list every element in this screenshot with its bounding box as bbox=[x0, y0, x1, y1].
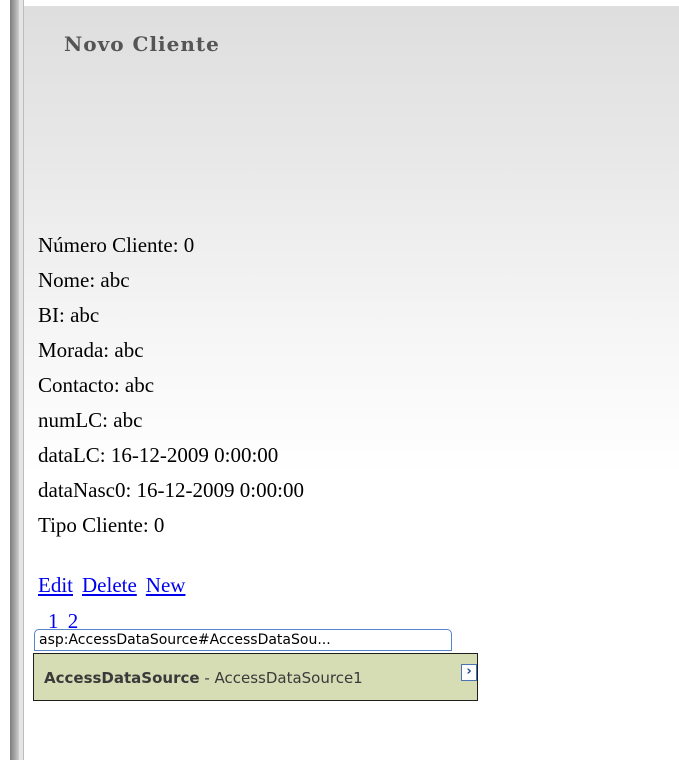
field-morada: Morada: abc bbox=[38, 338, 144, 362]
left-gutter bbox=[10, 0, 19, 760]
field-bi: BI: abc bbox=[38, 303, 100, 327]
field-datanasc0: dataNasc0: 16-12-2009 0:00:00 bbox=[38, 478, 304, 502]
edit-link[interactable]: Edit bbox=[38, 573, 73, 597]
field-tipo-cliente: Tipo Cliente: 0 bbox=[38, 513, 165, 537]
datasource-type: AccessDataSource bbox=[44, 669, 200, 687]
datasource-separator: - bbox=[199, 669, 215, 687]
field-datalc: dataLC: 16-12-2009 0:00:00 bbox=[38, 443, 279, 467]
chevron-right-icon[interactable]: › bbox=[461, 664, 477, 681]
datasource-id: AccessDataSource1 bbox=[214, 669, 363, 687]
detail-fields: Número Cliente: 0 Nome: abc BI: abc Mora… bbox=[38, 228, 304, 543]
field-nome: Nome: abc bbox=[38, 268, 130, 292]
delete-link[interactable]: Delete bbox=[82, 573, 137, 597]
field-numlc: numLC: abc bbox=[38, 408, 143, 432]
action-links: Edit Delete New bbox=[38, 570, 194, 600]
new-link[interactable]: New bbox=[146, 573, 186, 597]
datasource-control[interactable]: AccessDataSource - AccessDataSource1 bbox=[33, 653, 478, 701]
datasource-label: AccessDataSource - AccessDataSource1 bbox=[44, 669, 363, 687]
field-contacto: Contacto: abc bbox=[38, 373, 155, 397]
page-title: Novo Cliente bbox=[64, 32, 220, 56]
datasource-tag-label: asp:AccessDataSource#AccessDataSou... bbox=[34, 629, 452, 651]
field-numero-cliente: Número Cliente: 0 bbox=[38, 233, 195, 257]
